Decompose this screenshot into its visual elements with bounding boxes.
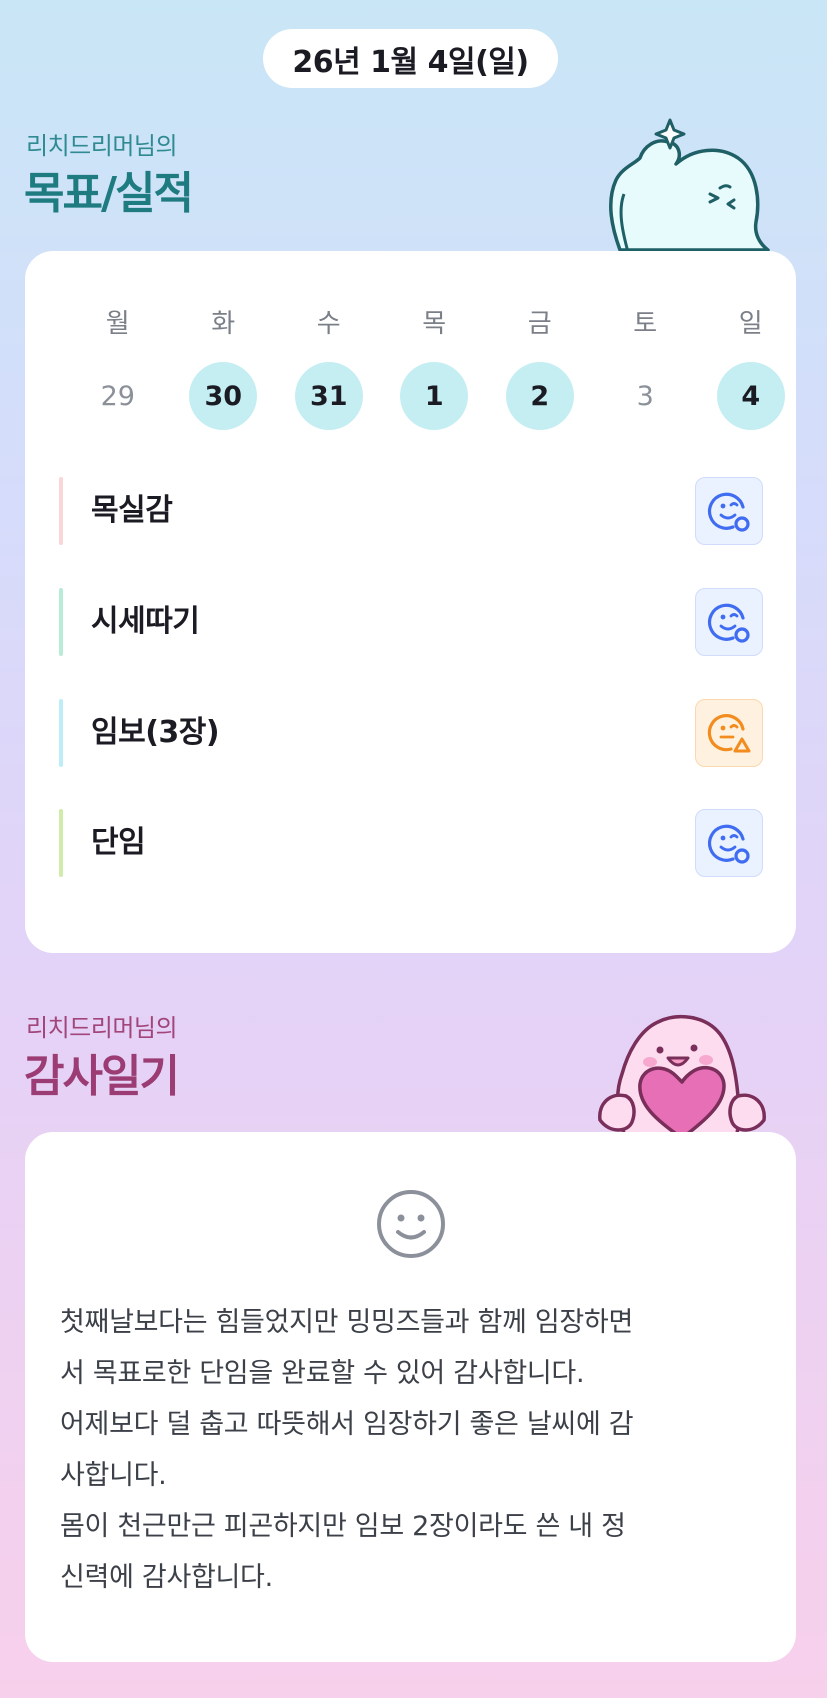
goal-name: 단임 — [91, 825, 146, 860]
thanks-card: 첫째날보다는 힘들었지만 밍밍즈들과 함께 임장하면 서 목표로한 단임을 완료… — [25, 1132, 796, 1662]
date-cell[interactable]: 31 — [276, 361, 382, 431]
goal-name: 임보(3장) — [91, 715, 220, 750]
goal-status-button[interactable] — [695, 809, 763, 877]
goal-name: 시세따기 — [91, 604, 200, 639]
goal-color-bar — [59, 588, 63, 656]
smile-face-icon — [377, 1190, 445, 1258]
thanks-subtitle: 리치드리머님의 — [26, 1014, 178, 1042]
goal-status-button[interactable] — [695, 588, 763, 656]
date-number: 31 — [294, 362, 363, 430]
diary-line: 몸이 천근만근 피곤하지만 임보 2장이라도 쓴 내 정 — [60, 1511, 626, 1542]
weekday-label: 수 — [316, 309, 341, 339]
weekday-label: 일 — [738, 309, 763, 339]
goal-item[interactable]: 시세따기 — [59, 588, 763, 656]
weekday-header: 월 화 수 목 금 토 일 — [65, 303, 804, 340]
current-date: 26년 1월 4일(일) — [292, 44, 529, 80]
goal-item[interactable]: 임보(3장) — [59, 699, 763, 767]
weekday-label: 토 — [633, 309, 658, 339]
thanks-diary-text: 첫째날보다는 힘들었지만 밍밍즈들과 함께 임장하면 서 목표로한 단임을 완료… — [60, 1297, 765, 1603]
goal-color-bar — [59, 809, 63, 877]
thanks-title: 감사일기 — [24, 1051, 180, 1102]
goal-color-bar — [59, 699, 63, 767]
goal-status-button[interactable] — [695, 699, 763, 767]
date-number: 29 — [100, 380, 135, 412]
diary-line: 첫째날보다는 힘들었지만 밍밍즈들과 함께 임장하면 — [60, 1307, 634, 1338]
diary-line: 어제보다 덜 춥고 따뜻해서 임장하기 좋은 날씨에 감 — [60, 1409, 634, 1440]
date-number: 30 — [189, 362, 258, 430]
goal-status-button[interactable] — [695, 477, 763, 545]
date-cell[interactable]: 4 — [698, 361, 804, 431]
date-cell[interactable]: 30 — [171, 361, 277, 431]
smile-check-icon — [707, 492, 750, 532]
weekday-label: 목 — [422, 309, 447, 339]
goal-item[interactable]: 목실감 — [59, 477, 763, 545]
diary-line: 서 목표로한 단임을 완료할 수 있어 감사합니다. — [60, 1358, 585, 1389]
goals-card: 월 화 수 목 금 토 일 29 30 31 1 2 3 4 목실감 시세따기 — [25, 251, 796, 953]
goal-name: 목실감 — [91, 493, 173, 528]
smile-check-icon — [707, 603, 750, 643]
goals-subtitle: 리치드리머님의 — [26, 132, 178, 160]
smile-check-icon — [707, 824, 750, 864]
weekday-label: 월 — [105, 309, 130, 339]
date-cell[interactable]: 29 — [65, 361, 171, 431]
date-number: 4 — [716, 362, 785, 430]
date-number: 2 — [505, 362, 574, 430]
diary-line: 신력에 감사합니다. — [60, 1562, 273, 1593]
ghost-mascot-icon — [609, 118, 770, 253]
week-dates: 29 30 31 1 2 3 4 — [65, 361, 804, 431]
diary-line: 사합니다. — [60, 1460, 167, 1491]
goal-color-bar — [59, 477, 63, 545]
date-number: 3 — [636, 380, 654, 412]
goals-title: 목표/실적 — [24, 168, 194, 219]
weekday-label: 화 — [211, 309, 236, 339]
date-pill[interactable]: 26년 1월 4일(일) — [263, 29, 558, 88]
date-cell[interactable]: 2 — [487, 361, 593, 431]
goal-item[interactable]: 단임 — [59, 809, 763, 877]
date-number: 1 — [400, 362, 469, 430]
smile-warning-icon — [707, 714, 751, 753]
heart-mascot-icon — [598, 1014, 766, 1138]
date-cell[interactable]: 3 — [593, 361, 699, 431]
date-cell[interactable]: 1 — [382, 361, 488, 431]
weekday-label: 금 — [527, 309, 552, 339]
